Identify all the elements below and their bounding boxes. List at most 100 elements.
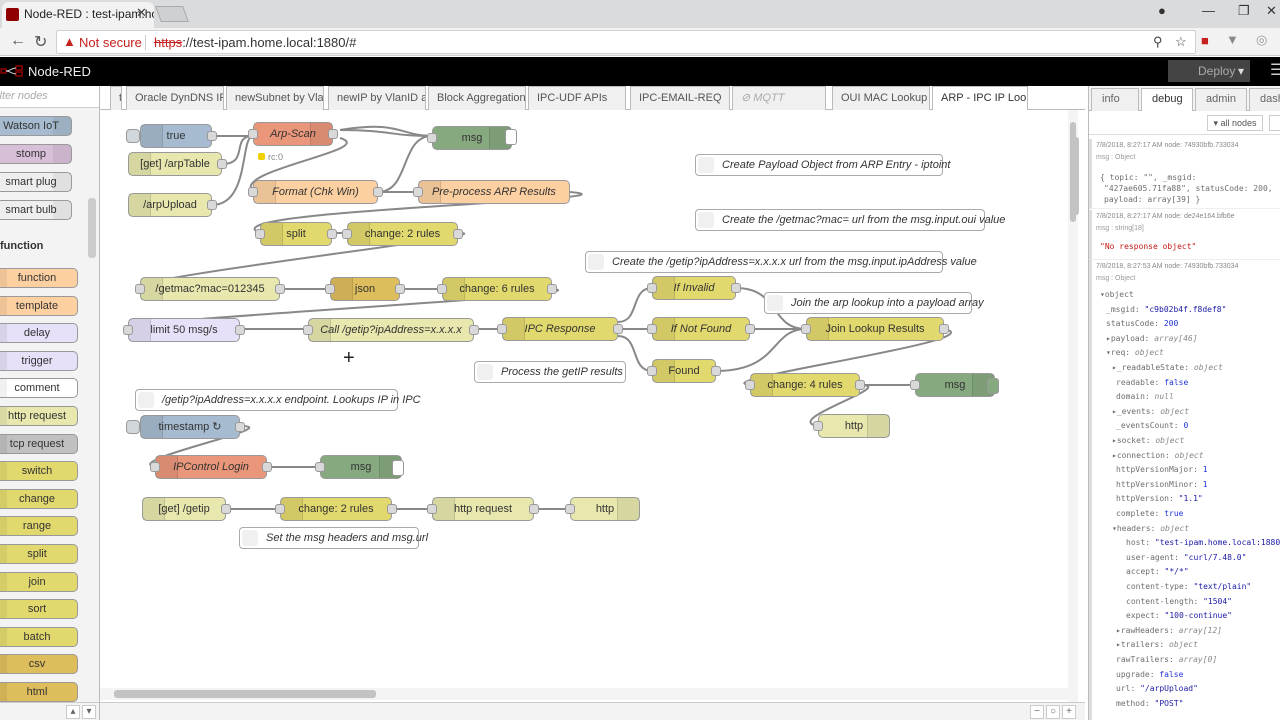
- tab-dashboard[interactable]: dashb: [1249, 88, 1280, 111]
- input-port[interactable]: [427, 504, 437, 514]
- zoom-out-icon[interactable]: −: [1030, 705, 1044, 719]
- output-port[interactable]: [262, 462, 272, 472]
- comment-node[interactable]: Create the /getip?ipAddress=x.x.x.x url …: [585, 251, 977, 273]
- filter-nodes-button[interactable]: ▾ all nodes: [1207, 115, 1263, 131]
- palette-node[interactable]: sort: [0, 599, 78, 620]
- tab-flow[interactable]: IPC-UDF APIs: [528, 86, 626, 110]
- output-port[interactable]: [275, 284, 285, 294]
- flow-node[interactable]: If Not Found: [647, 317, 755, 341]
- palette-node[interactable]: tcp request: [0, 433, 78, 454]
- debug-tree-row[interactable]: ▸connection: object: [1112, 451, 1204, 460]
- warning-icon[interactable]: ▲: [63, 34, 76, 49]
- output-port[interactable]: [613, 324, 623, 334]
- bookmark-star-icon[interactable]: ☆: [1175, 34, 1187, 50]
- input-port[interactable]: [427, 133, 437, 143]
- zoom-reset-icon[interactable]: ○: [1046, 705, 1060, 719]
- input-port[interactable]: [303, 325, 313, 335]
- flow-node[interactable]: IPC Response: [497, 317, 623, 341]
- palette-node[interactable]: trigger: [0, 350, 78, 371]
- flow-node[interactable]: msg: [910, 373, 995, 397]
- flow-node[interactable]: [get] /getip: [142, 497, 231, 521]
- flow-node[interactable]: Format (Chk Win): [248, 180, 383, 204]
- flow-node[interactable]: Pre-process ARP Results: [413, 180, 570, 204]
- scrollbar-thumb[interactable]: [114, 690, 376, 698]
- input-port[interactable]: [745, 380, 755, 390]
- debug-tree-row[interactable]: ▸trailers: object: [1116, 640, 1198, 649]
- flow-node[interactable]: change: 6 rules: [437, 277, 557, 301]
- tab-flow[interactable]: newIP by VlanID and: [328, 86, 426, 110]
- debug-value-line[interactable]: { topic: "", _msgid:: [1100, 173, 1196, 182]
- debug-message[interactable]: 7/8/2018, 8:27:53 AM node: 74930bfb.7330…: [1089, 260, 1280, 720]
- palette-scrollbar[interactable]: [88, 198, 96, 258]
- output-port[interactable]: [453, 229, 463, 239]
- palette-node[interactable]: csv: [0, 654, 78, 675]
- input-port[interactable]: [315, 462, 325, 472]
- input-port[interactable]: [325, 284, 335, 294]
- palette-node[interactable]: http request: [0, 406, 78, 426]
- output-port[interactable]: [207, 200, 217, 210]
- flow-canvas[interactable]: true Arp-Scan msg [get] /arpTable Format (Ch…: [100, 110, 1085, 703]
- tab-flow[interactable]: IPC-EMAIL-REQ: [630, 86, 730, 110]
- palette-node[interactable]: template: [0, 295, 78, 316]
- clear-trash-icon[interactable]: [1269, 115, 1280, 131]
- input-port[interactable]: [647, 366, 657, 376]
- flow-node[interactable]: /arpUpload: [128, 193, 217, 217]
- palette-node[interactable]: smart bulb: [0, 200, 72, 220]
- flow-node[interactable]: Arp-Scan: [248, 122, 338, 146]
- output-port[interactable]: [939, 324, 949, 334]
- flow-node[interactable]: IPControl Login: [150, 455, 272, 479]
- output-port[interactable]: [387, 504, 397, 514]
- flow-node[interactable]: split: [255, 222, 337, 246]
- palette-node[interactable]: change: [0, 488, 78, 509]
- debug-tree-row[interactable]: ▾headers: object: [1112, 524, 1189, 533]
- input-port[interactable]: [910, 380, 920, 390]
- maximize-icon[interactable]: ❐: [1238, 3, 1250, 19]
- output-port[interactable]: [221, 504, 231, 514]
- comment-node[interactable]: Set the msg headers and msg.url: [239, 527, 428, 549]
- output-port[interactable]: [745, 324, 755, 334]
- flow-node[interactable]: Join Lookup Results: [801, 317, 949, 341]
- palette-node[interactable]: html: [0, 682, 78, 702]
- debug-toggle-button[interactable]: [392, 460, 404, 476]
- input-port[interactable]: [150, 462, 160, 472]
- window-close-icon[interactable]: ✕: [1266, 3, 1277, 19]
- palette-node[interactable]: split: [0, 544, 78, 564]
- menu-icon[interactable]: ☰: [1270, 60, 1280, 82]
- debug-tree-row[interactable]: ▸_events: object: [1112, 407, 1189, 416]
- flow-node[interactable]: http: [565, 497, 640, 521]
- input-port[interactable]: [275, 504, 285, 514]
- palette-node[interactable]: smart plug: [0, 172, 72, 192]
- inject-button[interactable]: [126, 420, 140, 434]
- tab-flow[interactable]: Oracle DynDNS IPC: [126, 86, 224, 110]
- comment-node[interactable]: Create Payload Object from ARP Entry - i…: [695, 154, 950, 176]
- zoom-in-icon[interactable]: +: [1062, 705, 1076, 719]
- input-port[interactable]: [647, 324, 657, 334]
- flow-node[interactable]: change: 4 rules: [745, 373, 865, 397]
- debug-message[interactable]: 7/8/2018, 8:27:17 AM node: de24e164.bfb6…: [1089, 210, 1280, 260]
- input-port[interactable]: [248, 187, 258, 197]
- extension-icon[interactable]: ◎: [1256, 32, 1267, 48]
- chevron-down-icon[interactable]: ▾: [1238, 60, 1244, 82]
- debug-tree-row[interactable]: ▸payload: array[46]: [1106, 334, 1198, 343]
- output-port[interactable]: [469, 325, 479, 335]
- collapse-all-icon[interactable]: ▴: [66, 705, 80, 719]
- input-port[interactable]: [342, 229, 352, 239]
- output-port[interactable]: [529, 504, 539, 514]
- debug-toggle-button[interactable]: [505, 129, 517, 145]
- debug-tree-row[interactable]: ▾req: object: [1106, 348, 1164, 357]
- expand-all-icon[interactable]: ▾: [82, 705, 96, 719]
- palette-node[interactable]: switch: [0, 461, 78, 482]
- flow-node[interactable]: timestamp ↻: [140, 415, 245, 439]
- flow-node[interactable]: json: [325, 277, 405, 301]
- output-port[interactable]: [711, 366, 721, 376]
- debug-message[interactable]: 7/8/2018, 8:27:17 AM node: 74930bfb.7330…: [1089, 139, 1280, 209]
- palette-node[interactable]: delay: [0, 323, 78, 344]
- palette-search-input[interactable]: filter nodes: [0, 86, 99, 108]
- browser-tab[interactable]: Node-RED : test-ipam.ho: [2, 2, 154, 28]
- input-port[interactable]: [248, 129, 258, 139]
- tab-flow[interactable]: newSubnet by Vlan: [226, 86, 324, 110]
- output-port[interactable]: [327, 229, 337, 239]
- input-port[interactable]: [497, 324, 507, 334]
- address-bar[interactable]: ▲ Not secure https://test-ipam.home.loca…: [56, 30, 1196, 54]
- tab-info[interactable]: info: [1091, 88, 1139, 111]
